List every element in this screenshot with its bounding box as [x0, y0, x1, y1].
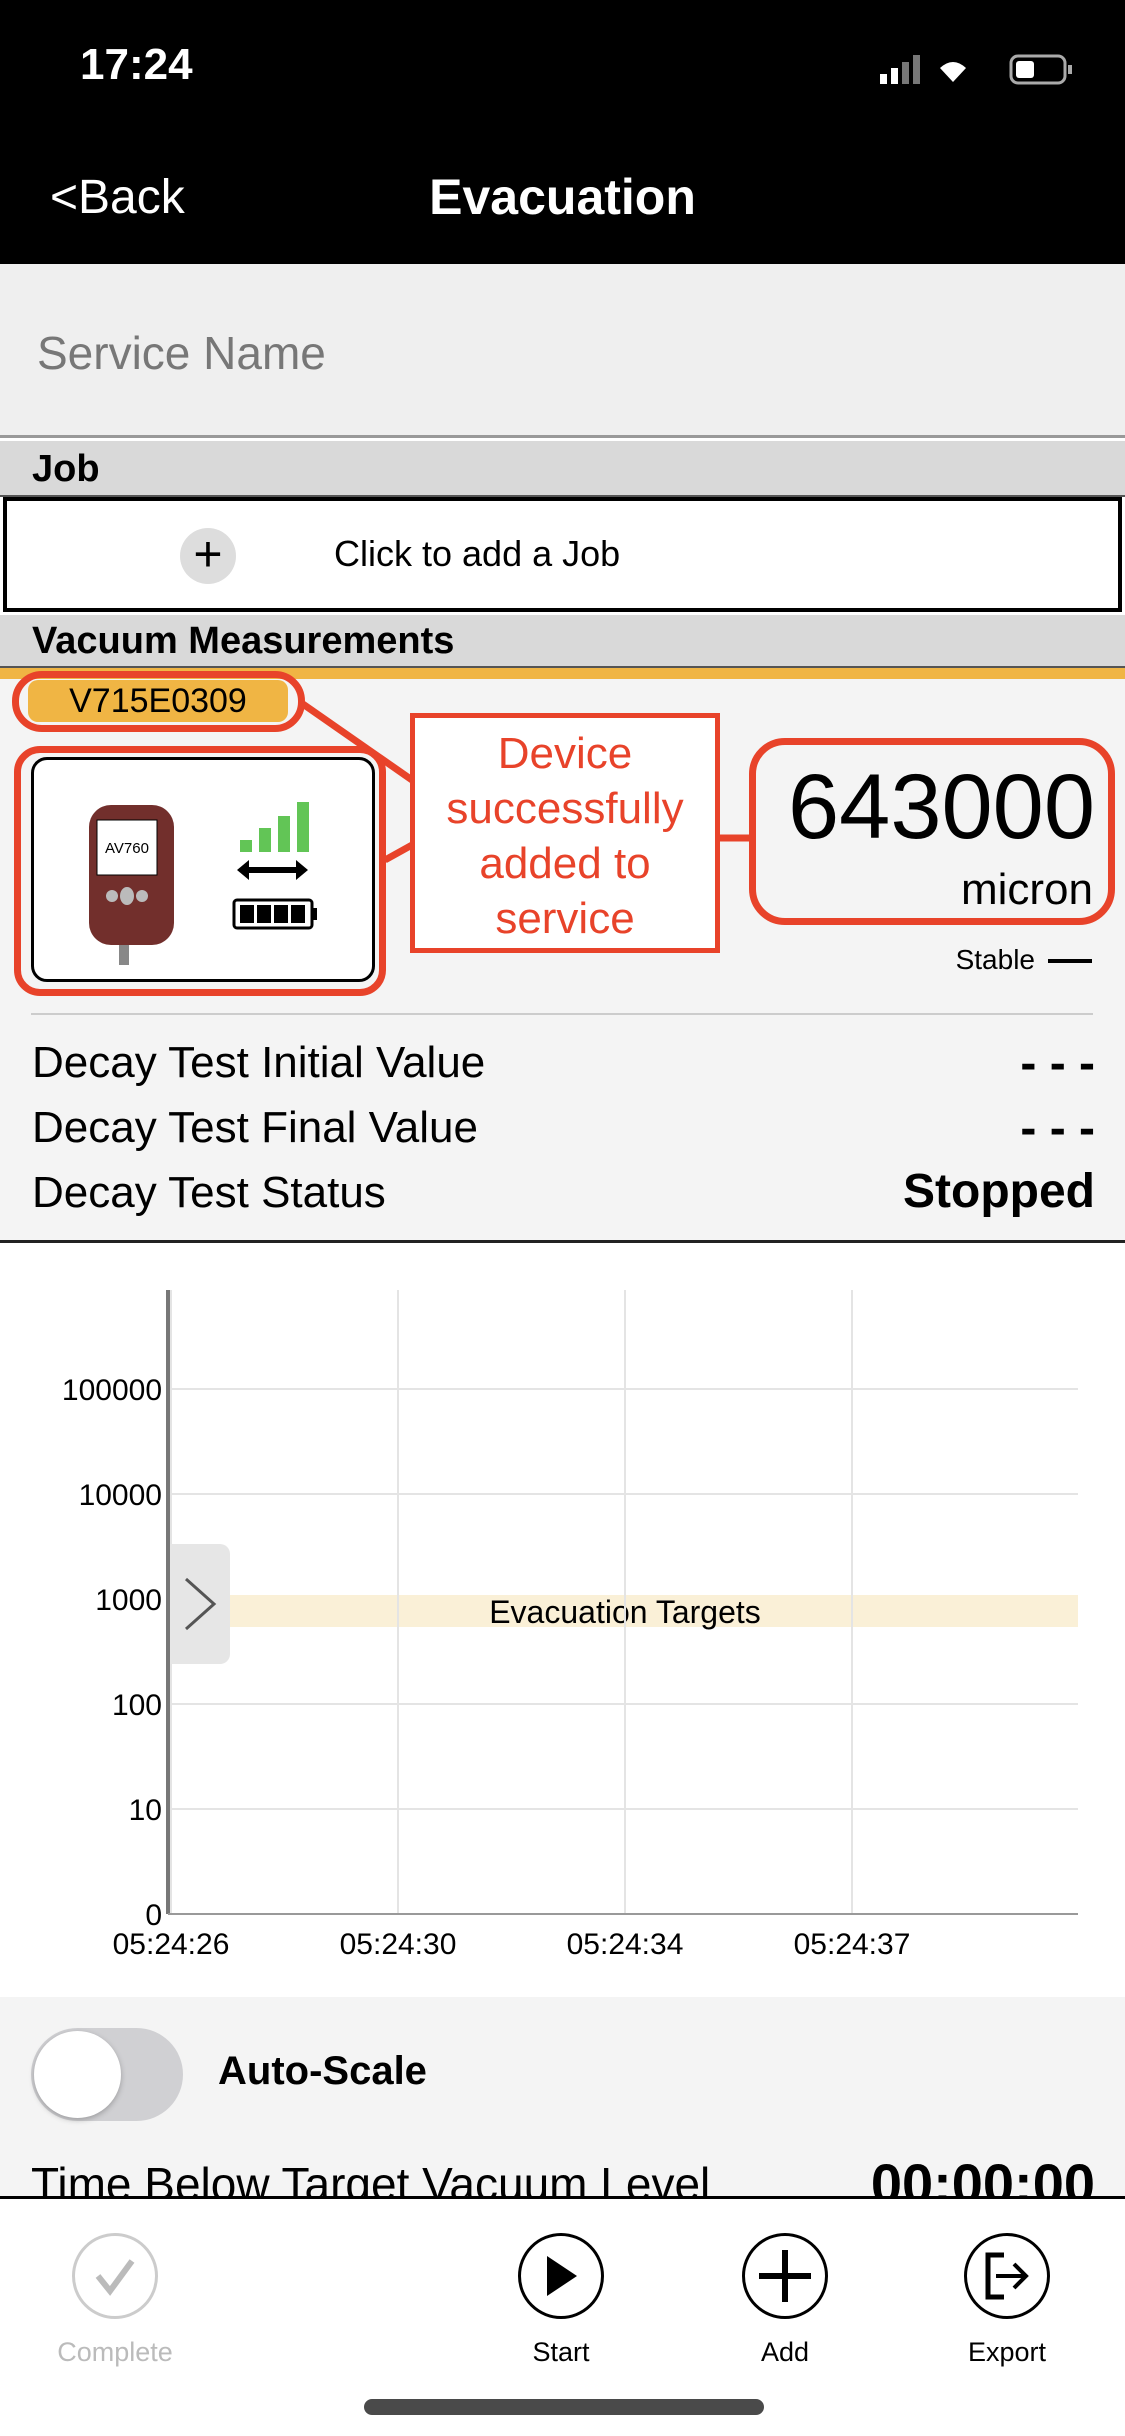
checkmark-icon: [72, 2233, 158, 2319]
chevron-right-icon: [185, 1577, 217, 1631]
callout-text: Device successfully added to service: [410, 713, 720, 953]
x-tick-label: 05:24:37: [794, 1928, 911, 1961]
start-label: Start: [532, 2337, 590, 2367]
plus-circle-icon: [742, 2233, 828, 2319]
page-title: Evacuation: [429, 169, 696, 225]
device-tile[interactable]: AV760: [31, 757, 375, 982]
x-tick-label: 05:24:34: [567, 1928, 684, 1961]
auto-scale-section: Auto-Scale Time Below Target Vacuum Leve…: [0, 1997, 1125, 2196]
decay-status-value: Stopped: [903, 1165, 1095, 1218]
add-label: Add: [760, 2337, 810, 2367]
add-button[interactable]: Add: [700, 2233, 870, 2368]
service-name-placeholder: Service Name: [37, 327, 326, 379]
chart-svg: 100000100001000100100Evacuation Targets0…: [62, 1290, 1078, 1961]
decay-final-label: Decay Test Final Value: [32, 1103, 478, 1152]
home-indicator: [364, 2399, 764, 2415]
vacuum-chart: 100000 10000 1000 100 10 0 Evacuation Targets 0…: [0, 1246, 1125, 1997]
chart-drawer-handle[interactable]: [170, 1544, 230, 1664]
header-bar: 17:24 <Back Evacuation: [0, 0, 1125, 264]
y-tick-label: 100000: [62, 1374, 162, 1407]
divider: [31, 1013, 1093, 1015]
vacuum-reading: 643000: [788, 756, 1095, 858]
time-below-value: 00:00:00: [870, 2152, 1095, 2196]
decay-initial-value: - - -: [1020, 1037, 1095, 1090]
job-section-header: Job: [0, 441, 1125, 497]
decay-final-value: - - -: [1020, 1102, 1095, 1155]
decay-initial-label: Decay Test Initial Value: [32, 1038, 486, 1087]
play-icon: [518, 2233, 604, 2319]
complete-button[interactable]: Complete: [30, 2233, 200, 2368]
auto-scale-toggle[interactable]: [31, 2028, 183, 2121]
export-button[interactable]: Export: [922, 2233, 1092, 2368]
start-button[interactable]: Start: [476, 2233, 646, 2368]
svg-text:AV760: AV760: [105, 840, 149, 857]
vacuum-unit: micron: [960, 865, 1093, 914]
time-below-label: Time Below Target Vacuum Level: [31, 2158, 711, 2196]
x-tick-label: 05:24:30: [340, 1928, 457, 1961]
device-icon: AV760: [89, 802, 317, 965]
export-label: Export: [967, 2337, 1047, 2367]
y-tick-label: 10000: [79, 1479, 162, 1512]
serial-badge[interactable]: V715E0309: [28, 680, 288, 722]
decay-status-label: Decay Test Status: [32, 1168, 386, 1217]
add-job-label[interactable]: Click to add a Job: [334, 533, 620, 575]
auto-scale-label: Auto-Scale: [218, 2049, 427, 2093]
complete-label: Complete: [57, 2337, 173, 2367]
plus-icon[interactable]: +: [180, 528, 236, 584]
stability-label: Stable: [955, 944, 1035, 975]
status-time: 17:24: [80, 40, 193, 89]
x-tick-label: 05:24:26: [113, 1928, 230, 1961]
y-tick-label: 1000: [95, 1584, 162, 1617]
service-name-field[interactable]: Service Name: [0, 264, 1125, 438]
status-icons: [880, 54, 1072, 85]
y-tick-label: 10: [129, 1794, 162, 1827]
export-icon: [964, 2233, 1050, 2319]
stability-indicator: [1048, 959, 1092, 963]
y-tick-label: 100: [112, 1689, 162, 1722]
bottom-toolbar: Complete Start Add Export: [0, 2196, 1125, 2436]
